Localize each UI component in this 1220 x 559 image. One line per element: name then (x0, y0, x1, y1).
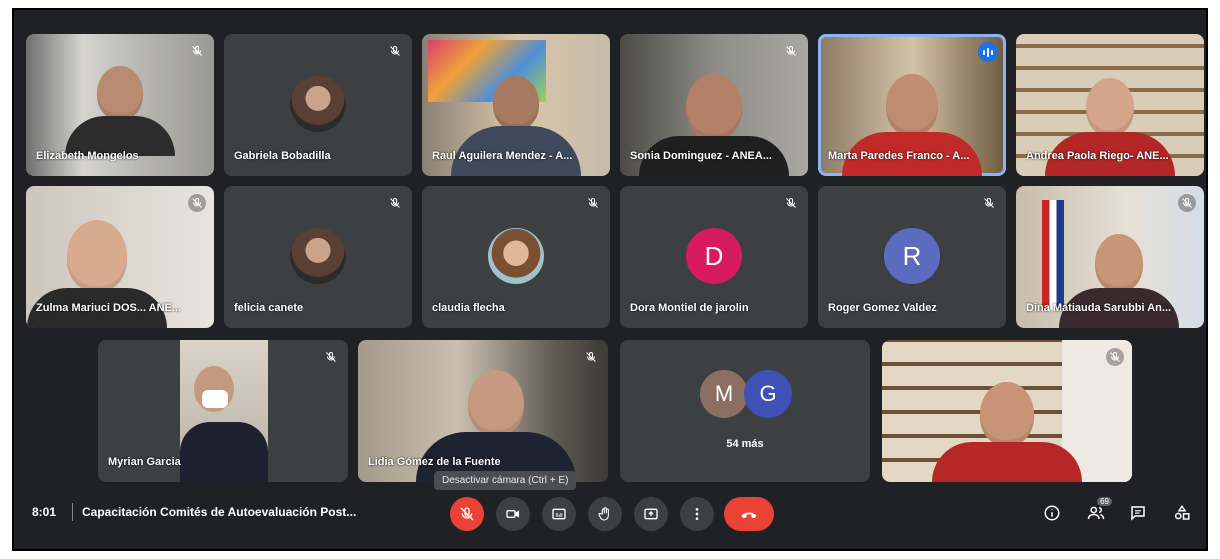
captions-button[interactable] (542, 497, 576, 531)
tooltip: Desactivar cámara (Ctrl + E) (434, 471, 577, 490)
mic-off-icon (584, 194, 602, 212)
participant-tile[interactable]: D Dora Montiel de jarolin (620, 186, 808, 328)
mic-off-icon (386, 42, 404, 60)
participant-tile[interactable]: Raul Aguilera Mendez - A... (422, 34, 610, 176)
participant-name: Lidia Gómez de la Fuente (368, 456, 501, 468)
participant-video (932, 382, 1082, 482)
camera-toggle-button[interactable] (496, 497, 530, 531)
participant-video (180, 340, 268, 482)
more-participants-count: 54 más (726, 438, 764, 450)
mic-toggle-button[interactable] (450, 497, 484, 531)
participant-tile[interactable]: felicia canete (224, 186, 412, 328)
mic-off-icon (386, 194, 404, 212)
participant-tile[interactable]: Dina Matiauda Sarubbi An... (1016, 186, 1204, 328)
participant-name: Andrea Paola Riego- ANE... (1026, 150, 1169, 162)
participant-tile[interactable]: Lidia Gómez de la Fuente (358, 340, 608, 482)
participant-tile[interactable]: Gabriela Bobadilla (224, 34, 412, 176)
avatar (488, 228, 544, 284)
control-bar: 8:01 Capacitación Comités de Autoevaluac… (14, 471, 1206, 549)
activities-button[interactable] (1172, 503, 1192, 523)
participant-name: Gabriela Bobadilla (234, 150, 331, 162)
more-vert-icon (695, 508, 699, 520)
mic-off-icon (1106, 348, 1124, 366)
mic-off-icon (188, 194, 206, 212)
mic-off-icon (322, 348, 340, 366)
camera-icon (506, 510, 519, 518)
participant-name: Myrian Garcia (108, 456, 181, 468)
avatar: D (686, 228, 742, 284)
more-options-button[interactable] (680, 497, 714, 531)
present-screen-button[interactable] (634, 497, 668, 531)
participant-video (65, 66, 175, 156)
avatar (290, 76, 346, 132)
participant-tile[interactable]: R Roger Gomez Valdez (818, 186, 1006, 328)
chat-button[interactable] (1128, 503, 1148, 523)
avatar: G (744, 370, 792, 418)
mic-off-icon (782, 194, 800, 212)
divider (72, 503, 73, 521)
avatar (290, 228, 346, 284)
participant-name: Zulma Mariuci DOS... ANE... (36, 302, 182, 314)
people-button[interactable]: 69 (1086, 497, 1112, 523)
activities-icon (1174, 504, 1190, 520)
participant-tile[interactable]: Sonia Dominguez - ANEA... (620, 34, 808, 176)
participant-name: Elizabeth Mongelos (36, 150, 139, 162)
participant-name: claudia flecha (432, 302, 505, 314)
participant-name: Raul Aguilera Mendez - A... (432, 150, 573, 162)
avatar: R (884, 228, 940, 284)
participant-name: Sonia Dominguez - ANEA... (630, 150, 772, 162)
meet-window: Elizabeth Mongelos Gabriela Bobadilla Ra… (12, 8, 1208, 551)
participant-tile[interactable]: claudia flecha (422, 186, 610, 328)
participant-tile[interactable]: Zulma Mariuci DOS... ANE... (26, 186, 214, 328)
participant-name: Dora Montiel de jarolin (630, 302, 749, 314)
avatar: M (700, 370, 748, 418)
mic-off-icon (980, 194, 998, 212)
people-icon (1087, 506, 1105, 520)
captions-icon (552, 508, 566, 520)
mic-off-icon (782, 42, 800, 60)
participant-tile[interactable]: Myrian Garcia (98, 340, 348, 482)
participant-tile[interactable]: Andrea Paola Riego- ANE... (1016, 34, 1204, 176)
raise-hand-button[interactable] (588, 497, 622, 531)
chat-icon (1131, 506, 1145, 521)
meeting-title: Capacitación Comités de Autoevaluación P… (82, 505, 357, 519)
meeting-details-button[interactable] (1042, 503, 1062, 523)
hang-up-icon (741, 512, 757, 519)
mic-off-icon (188, 42, 206, 60)
leave-call-button[interactable] (724, 497, 774, 531)
mic-off-icon (460, 507, 474, 521)
people-count-badge: 69 (1097, 497, 1112, 506)
participant-tile[interactable]: Elizabeth Mongelos (26, 34, 214, 176)
participant-name: Marta Paredes Franco - A... (828, 150, 970, 162)
mic-off-icon (1178, 194, 1196, 212)
hand-icon (598, 507, 609, 521)
more-participants-tile[interactable]: M G 54 más (620, 340, 870, 482)
speaking-indicator-icon (978, 42, 998, 62)
participant-tile[interactable] (882, 340, 1132, 482)
participant-name: Roger Gomez Valdez (828, 302, 937, 314)
info-icon (1044, 505, 1060, 521)
present-icon (644, 508, 658, 520)
participant-name: Dina Matiauda Sarubbi An... (1026, 302, 1172, 314)
mic-off-icon (582, 348, 600, 366)
participant-name: felicia canete (234, 302, 304, 314)
meeting-time: 8:01 (32, 505, 57, 519)
participant-tile-active-speaker[interactable]: Marta Paredes Franco - A... (818, 34, 1006, 176)
